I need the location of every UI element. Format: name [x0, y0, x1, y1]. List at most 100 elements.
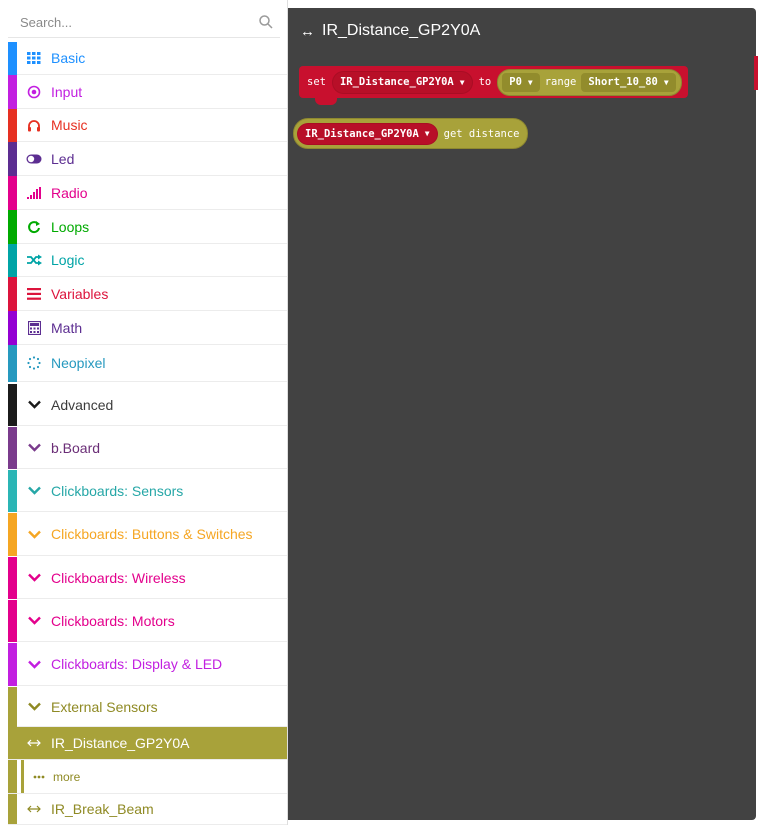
double-arrow-icon [26, 735, 42, 751]
category-label: Clickboards: Buttons & Switches [51, 526, 253, 542]
caret-down-icon: ▼ [663, 77, 669, 87]
block-keyword-range: range [544, 76, 577, 88]
category-color-bar [8, 600, 17, 642]
subcategory-ir-break-beam[interactable]: IR_Break_Beam [8, 793, 287, 825]
caret-down-icon: ▼ [527, 77, 533, 87]
category-label: Clickboards: Display & LED [51, 656, 223, 672]
category-basic[interactable]: Basic [8, 42, 287, 75]
pin-dropdown-value: P0 [509, 76, 522, 88]
category-color-bar [8, 142, 17, 176]
range-dropdown-value: Short_10_80 [588, 76, 658, 88]
category-bboard[interactable]: b.Board [8, 427, 287, 469]
category-color-bar [8, 277, 17, 311]
block-edge-marker [754, 56, 758, 90]
toolbox-sidebar: Basic Input Music Led Radio Loops [0, 0, 288, 825]
ellipsis-icon [33, 775, 45, 779]
category-label: Neopixel [51, 355, 106, 371]
category-variables[interactable]: Variables [8, 277, 287, 311]
category-music[interactable]: Music [8, 109, 287, 142]
calculator-icon [26, 320, 42, 336]
category-color-bar [8, 557, 17, 599]
category-color-bar [8, 427, 17, 469]
subcategory-ir-distance[interactable]: IR_Distance_GP2Y0A [8, 727, 287, 760]
category-label: Radio [51, 184, 88, 201]
create-sensor-block[interactable]: P0 ▼ range Short_10_80 ▼ [497, 68, 682, 96]
category-label: External Sensors [51, 698, 158, 715]
category-label: Logic [51, 252, 85, 268]
subcategory-more[interactable]: more [8, 760, 287, 794]
category-color-bar [8, 311, 17, 345]
category-color-bar [8, 42, 17, 75]
subcategory-label: IR_Distance_GP2Y0A [51, 735, 190, 751]
category-clickboards-wireless[interactable]: Clickboards: Wireless [8, 557, 287, 599]
headphones-icon [26, 117, 42, 133]
caret-down-icon: ▼ [424, 129, 430, 138]
blocks-flyout-workspace[interactable]: ↔ IR_Distance_GP2Y0A set IR_Distance_GP2… [288, 8, 758, 820]
variable-dropdown[interactable]: IR_Distance_GP2Y0A ▼ [297, 122, 438, 145]
category-color-bar [8, 470, 17, 512]
pin-dropdown[interactable]: P0 ▼ [502, 72, 540, 92]
grid-icon [26, 50, 42, 66]
category-logic[interactable]: Logic [8, 244, 287, 277]
category-neopixel[interactable]: Neopixel [8, 345, 287, 382]
chevron-down-icon [26, 483, 42, 499]
category-color-bar [8, 210, 17, 244]
search-input[interactable] [8, 8, 260, 36]
category-advanced[interactable]: Advanced [8, 384, 287, 426]
category-label: Led [51, 150, 75, 167]
category-clickboards-buttons-switches[interactable]: Clickboards: Buttons & Switches [8, 513, 287, 556]
set-distance-block[interactable]: set IR_Distance_GP2Y0A ▼ to P0 ▼ range S… [299, 66, 688, 105]
range-dropdown[interactable]: Short_10_80 ▼ [581, 72, 676, 92]
category-color-bar [8, 345, 17, 382]
target-icon [26, 84, 42, 100]
category-led[interactable]: Led [8, 142, 287, 176]
block-keyword-set: set [307, 76, 326, 88]
category-label: Basic [51, 50, 86, 66]
category-color-bar [8, 244, 17, 277]
category-label: b.Board [51, 439, 101, 456]
category-color-bar [8, 513, 17, 556]
category-clickboards-display-led[interactable]: Clickboards: Display & LED [8, 643, 287, 686]
category-color-bar [8, 384, 17, 426]
category-label: Variables [51, 285, 109, 302]
subcategory-label: IR_Break_Beam [51, 800, 154, 817]
get-distance-block[interactable]: IR_Distance_GP2Y0A ▼ get distance [293, 118, 529, 149]
category-label: Clickboards: Motors [51, 612, 175, 629]
variable-dropdown[interactable]: IR_Distance_GP2Y0A ▼ [331, 70, 473, 94]
flyout-heading: ↔ IR_Distance_GP2Y0A [300, 22, 480, 40]
category-radio[interactable]: Radio [8, 176, 287, 210]
dotted-circle-icon [26, 355, 42, 371]
category-input[interactable]: Input [8, 75, 287, 109]
category-label: Music [51, 117, 88, 133]
variable-dropdown-value: IR_Distance_GP2Y0A [339, 76, 454, 88]
category-math[interactable]: Math [8, 311, 287, 345]
list-lines-icon [26, 286, 42, 302]
category-clickboards-sensors[interactable]: Clickboards: Sensors [8, 470, 287, 512]
block-keyword-to: to [478, 76, 492, 88]
category-label: Clickboards: Sensors [51, 482, 184, 499]
shuffle-icon [26, 252, 42, 268]
search-icon[interactable] [258, 14, 274, 30]
category-color-bar [8, 109, 17, 142]
category-label: Loops [51, 218, 90, 235]
chevron-down-icon [26, 570, 42, 586]
category-clickboards-motors[interactable]: Clickboards: Motors [8, 600, 287, 642]
loop-arrow-icon [26, 219, 42, 235]
category-label: Math [51, 319, 83, 336]
category-loops[interactable]: Loops [8, 210, 287, 244]
double-arrow-icon [26, 801, 42, 817]
variable-dropdown-value: IR_Distance_GP2Y0A [305, 127, 419, 140]
category-color-bar [8, 643, 17, 686]
category-color-bar [8, 760, 17, 793]
chevron-down-icon [26, 440, 42, 456]
search-box [8, 8, 280, 38]
double-arrow-icon: ↔ [300, 22, 315, 40]
category-color-bar [8, 75, 17, 109]
chevron-down-icon [26, 656, 42, 672]
chevron-down-icon [26, 526, 42, 542]
chevron-down-icon [26, 397, 42, 413]
category-label: Input [51, 83, 83, 100]
block-action-label: get distance [443, 127, 520, 140]
signal-bars-icon [26, 185, 42, 201]
category-external-sensors[interactable]: External Sensors [8, 687, 287, 727]
